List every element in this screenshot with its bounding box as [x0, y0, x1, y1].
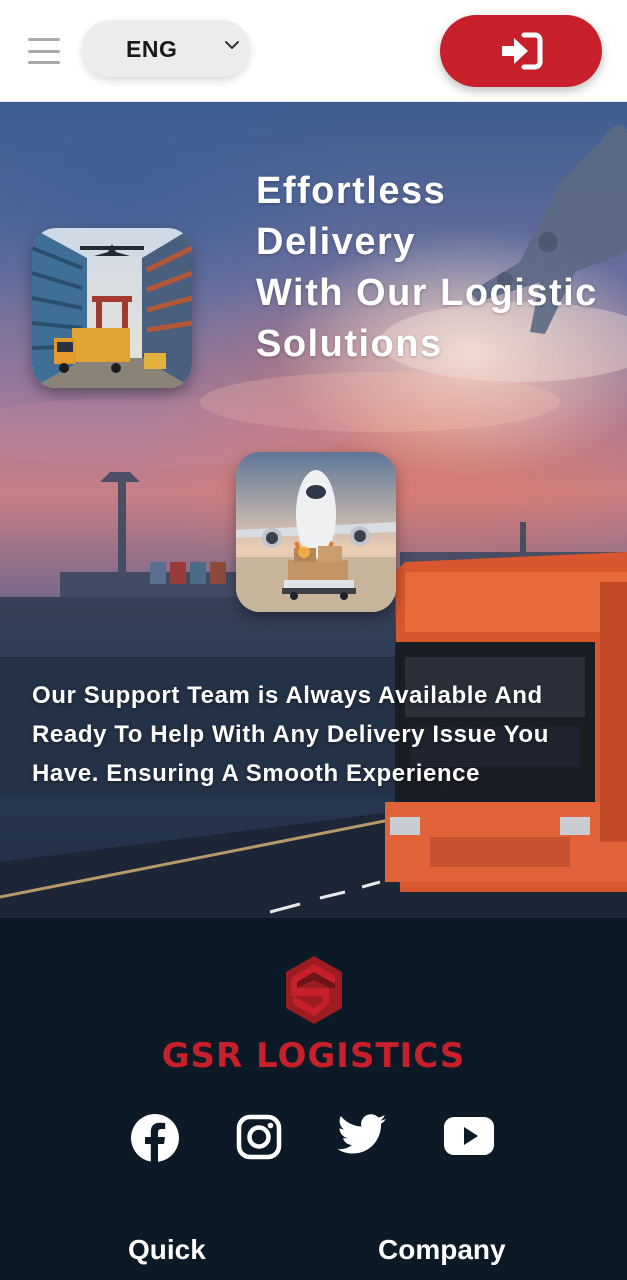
hero-title-line: Delivery [256, 221, 416, 263]
footer-heading-company: Company [378, 1234, 506, 1265]
hero-title-line: With Our Logistic [256, 272, 598, 314]
hero-title: Effortless Delivery With Our Logistic So… [256, 166, 616, 370]
site-footer: GSR LOGISTICS Quick Company [0, 918, 627, 1280]
chevron-down-icon [225, 41, 239, 49]
twitter-icon[interactable] [337, 1114, 387, 1156]
top-header: ENG [0, 0, 627, 102]
gsr-logo-icon [286, 956, 342, 1024]
hero-title-line: Solutions [256, 323, 443, 365]
warehouse-truck-airplane-image [32, 228, 192, 388]
language-selected-value: ENG [126, 36, 178, 62]
hero-title-line: Effortless [256, 170, 447, 212]
footer-heading-quick: Quick [128, 1234, 206, 1265]
brand-name: GSR LOGISTICS [161, 1036, 466, 1076]
hero-section: Effortless Delivery With Our Logistic So… [0, 102, 627, 918]
instagram-icon[interactable] [236, 1114, 282, 1160]
language-select[interactable]: ENG [82, 20, 250, 77]
facebook-icon[interactable] [131, 1114, 179, 1162]
hero-description: Our Support Team is Always Available And… [32, 682, 549, 787]
sign-in-icon [502, 32, 543, 70]
hamburger-menu-icon[interactable] [28, 38, 60, 64]
youtube-icon[interactable] [443, 1114, 495, 1158]
login-button[interactable] [440, 15, 602, 87]
cargo-airplane-loading-image [236, 452, 396, 612]
